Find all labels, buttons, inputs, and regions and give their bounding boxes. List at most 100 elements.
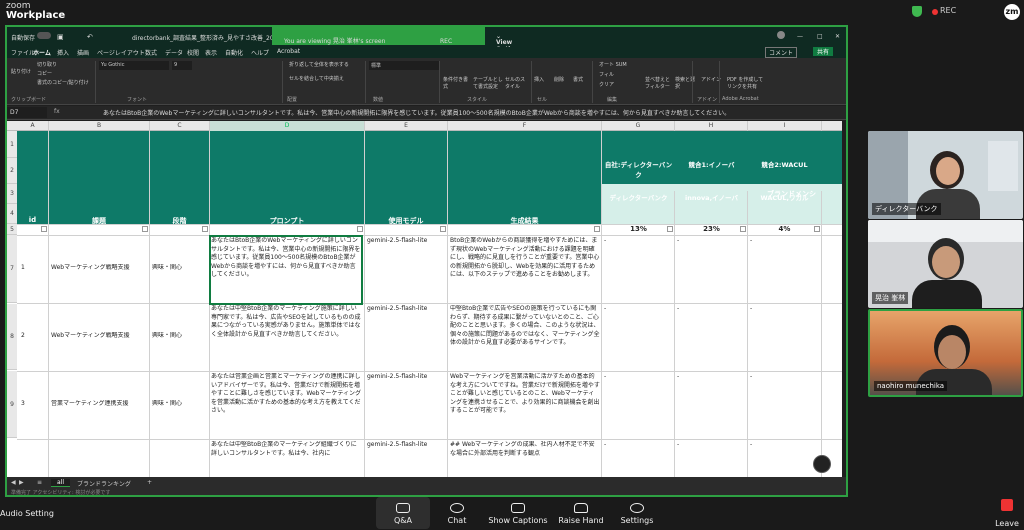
filter-dropdown-icon[interactable]	[814, 226, 820, 232]
cell-result[interactable]: Webマーケティングを営業活動に活かすための基本的な考え方についてですね。営業だ…	[450, 373, 600, 439]
filter-dropdown-icon[interactable]	[41, 226, 47, 232]
sort-filter-button[interactable]: 並べ替えとフィルター	[645, 76, 671, 90]
profile-icon[interactable]	[777, 31, 785, 39]
cell-model[interactable]: gemini-2.5-flash-lite	[367, 237, 447, 246]
filter-dropdown-icon[interactable]	[440, 226, 446, 232]
cell-result[interactable]: ## Webマーケティングの成果、社内人材不足で不安な場合に外部活用を判断する観…	[450, 441, 600, 477]
conditional-format-button[interactable]: 条件付き書式	[443, 76, 469, 90]
filter-dropdown-icon[interactable]	[667, 226, 673, 232]
cell-prompt[interactable]: あなたはBtoB企業のWebマーケティングに詳しいコンサルタントです。私は今、営…	[209, 235, 363, 305]
cut-button[interactable]: 切り取り	[37, 61, 57, 68]
spreadsheet-grid[interactable]: ABCDEFGHI 12345789 id 課題 段階 プロンプト 使用モデル …	[7, 121, 842, 477]
menu-item[interactable]: ページレイアウト	[97, 48, 145, 57]
menu-item[interactable]: Acrobat	[277, 48, 300, 55]
cell-stage[interactable]: 興味・関心	[152, 332, 208, 341]
row-header[interactable]: 5	[7, 224, 17, 235]
filter-dropdown-icon[interactable]	[740, 226, 746, 232]
leave-button[interactable]: Leave	[990, 497, 1024, 530]
sheet-tab-ranking[interactable]: ブランドランキング	[77, 479, 131, 488]
cell-stage[interactable]: 興味・関心	[152, 400, 208, 409]
menu-item[interactable]: ヘルプ	[251, 48, 269, 57]
cell-styles-button[interactable]: セルのスタイル	[505, 76, 529, 90]
cell-brand-2[interactable]: -	[677, 373, 747, 382]
row-header[interactable]: 7	[7, 235, 17, 303]
row-header[interactable]: 8	[7, 304, 17, 370]
sheet-next-icon[interactable]: ▶	[19, 479, 24, 486]
cell-prompt[interactable]: あなたは営業企画と営業とマーケティングの連携に詳しいアドバイザーです。私は今、営…	[211, 373, 361, 439]
minimize-icon[interactable]: —	[797, 33, 803, 40]
format-table-button[interactable]: テーブルとして書式設定	[473, 76, 503, 90]
menu-item[interactable]: 描画	[77, 48, 89, 57]
cell-prompt[interactable]: あなたは中堅BtoB企業のマーケティング施策に詳しい専門家です。私は今、広告やS…	[211, 305, 361, 371]
menu-item[interactable]: ファイル	[11, 48, 35, 57]
video-tile-1[interactable]: ディレクターバンク	[868, 131, 1023, 219]
merge-center-button[interactable]: セルを結合して中央揃え	[289, 75, 344, 82]
insert-button[interactable]: 挿入	[534, 76, 544, 83]
cell-brand-3[interactable]: -	[750, 441, 820, 450]
column-header[interactable]: A	[17, 121, 49, 131]
font-size-select[interactable]: 9	[172, 61, 192, 70]
avatar[interactable]: zm	[1004, 4, 1020, 20]
format-painter-button[interactable]: 書式のコピー/貼り付け	[37, 79, 89, 86]
column-header[interactable]: E	[365, 121, 448, 131]
autosum-button[interactable]: オート SUM	[599, 61, 627, 68]
undo-icon[interactable]: ↶	[87, 33, 93, 41]
format-button[interactable]: 書式	[573, 76, 583, 83]
cell-brand-1[interactable]: -	[604, 373, 674, 382]
number-format-select[interactable]: 標準	[369, 61, 439, 70]
formula-input[interactable]: あなたはBtoB企業のWebマーケティングに詳しいコンサルタントです。私は今、営…	[103, 108, 730, 117]
addin-button[interactable]: アドイン	[701, 76, 721, 83]
cell-brand-3[interactable]: -	[750, 305, 820, 314]
cell-brand-2[interactable]: -	[677, 237, 747, 246]
filter-dropdown-icon[interactable]	[202, 226, 208, 232]
name-box[interactable]: D7	[7, 107, 47, 118]
cell-stage[interactable]: 興味・関心	[152, 264, 208, 273]
shield-icon[interactable]	[912, 6, 922, 17]
row-header[interactable]: 9	[7, 371, 17, 438]
copilot-icon[interactable]	[813, 455, 831, 473]
column-header[interactable]: B	[49, 121, 150, 131]
font-select[interactable]: Yu Gothic	[99, 61, 169, 70]
maximize-icon[interactable]: □	[817, 33, 823, 40]
fill-button[interactable]: フィル	[599, 71, 614, 78]
menu-item[interactable]: ホーム	[33, 48, 51, 57]
cell-prompt[interactable]: あなたは中堅BtoB企業のマーケティング組織づくりに詳しいコンサルタントです。私…	[211, 441, 361, 477]
fx-icon[interactable]: fx	[54, 108, 60, 115]
column-header[interactable]: D	[210, 121, 365, 131]
cell-brand-2[interactable]: -	[677, 441, 747, 450]
column-header[interactable]: F	[448, 121, 602, 131]
cell-result[interactable]: 中堅BtoB企業で広告やSEOの施策を行っているにも関わらず、期待する成果に繋が…	[450, 305, 600, 371]
video-tile-3[interactable]: naohiro munechika	[868, 309, 1023, 397]
row-header[interactable]: 4	[7, 204, 17, 224]
clear-button[interactable]: クリア	[599, 81, 614, 88]
comment-button[interactable]: コメント	[765, 47, 798, 58]
autosave-toggle[interactable]	[37, 32, 51, 39]
cell-model[interactable]: gemini-2.5-flash-lite	[367, 373, 447, 382]
cell-theme[interactable]: Webマーケティング戦略支援	[51, 332, 149, 341]
cell-theme[interactable]: Webマーケティング戦略支援	[51, 264, 149, 273]
cell-result[interactable]: BtoB企業のWebからの商談獲得を増やすためには、まず現状のWebマーケティン…	[450, 237, 600, 303]
cell-brand-1[interactable]: -	[604, 237, 674, 246]
row-header[interactable]: 2	[7, 158, 17, 184]
filter-dropdown-icon[interactable]	[594, 226, 600, 232]
delete-button[interactable]: 削除	[554, 76, 564, 83]
copy-button[interactable]: コピー	[37, 70, 52, 77]
menu-item[interactable]: 挿入	[57, 48, 69, 57]
video-tile-2[interactable]: 晃治 峯林	[868, 220, 1023, 308]
cell-brand-3[interactable]: -	[750, 373, 820, 382]
cell-brand-3[interactable]: -	[750, 237, 820, 246]
audio-setting-button[interactable]: Audio Setting	[0, 509, 54, 518]
add-sheet-icon[interactable]: +	[147, 479, 152, 486]
sheet-prev-icon[interactable]: ◀	[11, 479, 16, 486]
share-button[interactable]: 共有	[813, 47, 834, 56]
save-icon[interactable]: ▣	[57, 33, 64, 41]
menu-item[interactable]: 校閲	[187, 48, 199, 57]
create-pdf-button[interactable]: PDF を作成してリンクを共有	[727, 76, 767, 90]
cell-model[interactable]: gemini-2.5-flash-lite	[367, 441, 447, 450]
column-header[interactable]: I	[748, 121, 822, 131]
settings-button[interactable]: Settings	[597, 503, 677, 525]
cell-brand-2[interactable]: -	[677, 305, 747, 314]
filter-dropdown-icon[interactable]	[142, 226, 148, 232]
wrap-text-button[interactable]: 折り返して全体を表示する	[289, 61, 349, 68]
column-header[interactable]: C	[150, 121, 210, 131]
